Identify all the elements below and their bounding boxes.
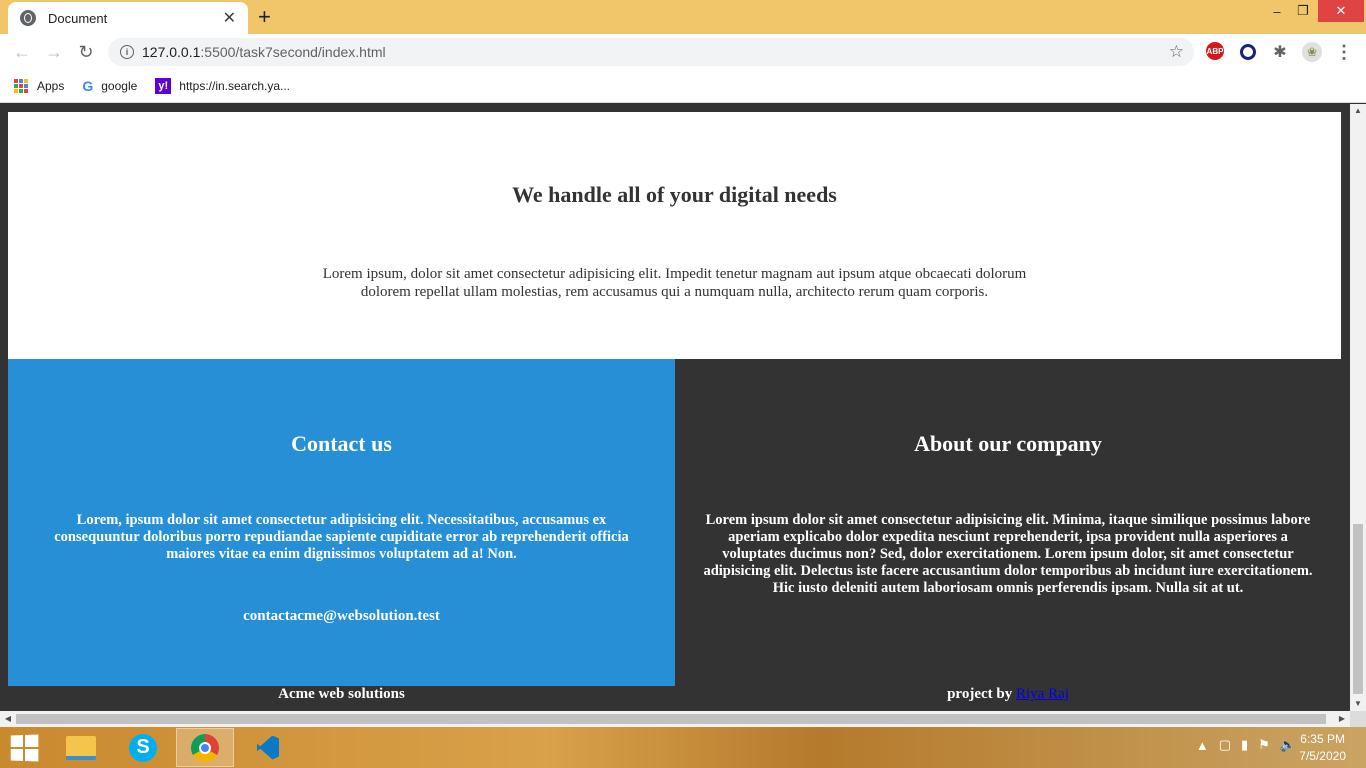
system-tray: ▲ ▢ ▮ ⚑ 🔈	[1196, 737, 1296, 753]
lens-extension-icon[interactable]	[1238, 42, 1258, 62]
contact-email: contactacme@websolution.test	[243, 608, 440, 624]
contact-section: Contact us Lorem, ipsum dolor sit amet c…	[8, 359, 675, 686]
scroll-down-icon[interactable]: ▼	[1350, 697, 1366, 711]
about-text: Lorem ipsum dolor sit amet consectetur a…	[703, 512, 1313, 596]
address-bar[interactable]: i 127.0.0.1:5500/task7second/index.html …	[108, 38, 1194, 66]
taskbar-chrome[interactable]	[176, 728, 234, 767]
adblock-icon[interactable]: ABP	[1206, 42, 1224, 60]
browser-window: Document ✕ + – ❐ ✕ ← → ↻ i 127.0.0.1:550…	[0, 0, 1366, 768]
skype-icon: S	[129, 733, 157, 762]
horizontal-scrollbar[interactable]: ◀ ▶	[0, 711, 1350, 727]
horizontal-scroll-thumb[interactable]	[16, 714, 1326, 724]
footer-credit-prefix: project by	[947, 686, 1016, 702]
scroll-left-icon[interactable]: ◀	[0, 711, 16, 727]
taskbar-clock[interactable]: 6:35 PM 7/5/2020	[1299, 731, 1346, 765]
url-text[interactable]: 127.0.0.1:5500/task7second/index.html	[142, 44, 1169, 60]
page-viewport: We handle all of your digital needs Lore…	[0, 104, 1350, 711]
bookmark-google[interactable]: G google	[82, 78, 137, 94]
tray-flag-icon[interactable]: ⚑	[1258, 737, 1270, 753]
browser-toolbar: ← → ↻ i 127.0.0.1:5500/task7second/index…	[0, 34, 1366, 70]
contact-text: Lorem, ipsum dolor sit amet consectetur …	[54, 512, 629, 562]
taskbar-skype[interactable]: S	[114, 728, 172, 767]
footer-company: Acme web solutions	[278, 686, 405, 702]
back-button[interactable]: ←	[10, 40, 34, 64]
vscode-icon	[253, 734, 281, 762]
author-link[interactable]: Riya Raj	[1016, 686, 1069, 702]
footer-credit: project by Riya Raj	[675, 686, 1341, 706]
scroll-right-icon[interactable]: ▶	[1334, 711, 1350, 727]
vertical-scroll-thumb[interactable]	[1353, 524, 1363, 694]
scroll-up-icon[interactable]: ▲	[1350, 104, 1366, 118]
google-icon: G	[82, 78, 94, 94]
contact-heading: Contact us	[291, 431, 392, 456]
close-tab-icon[interactable]: ✕	[223, 8, 236, 28]
vertical-scrollbar[interactable]: ▲ ▼	[1350, 104, 1366, 711]
bookmark-google-label: google	[101, 79, 138, 93]
url-path: :5500/task7second/index.html	[200, 44, 386, 60]
profile-avatar[interactable]: ❀	[1302, 42, 1322, 62]
reload-button[interactable]: ↻	[74, 40, 98, 64]
url-host: 127.0.0.1	[142, 44, 201, 60]
bookmark-star-icon[interactable]: ☆	[1169, 42, 1184, 62]
folder-icon	[66, 735, 96, 760]
new-tab-button[interactable]: +	[258, 6, 271, 28]
yahoo-icon: y!	[155, 78, 172, 94]
scroll-corner	[1350, 711, 1366, 727]
about-heading: About our company	[914, 431, 1102, 456]
tab-document[interactable]: Document ✕	[8, 2, 248, 34]
chrome-icon	[191, 733, 219, 762]
taskbar-vscode[interactable]	[238, 728, 296, 767]
bookmark-apps-label: Apps	[37, 79, 65, 93]
bookmarks-bar: Apps G google y! https://in.search.ya...	[0, 70, 1366, 103]
tray-app-icon[interactable]: ▢	[1219, 737, 1231, 753]
tray-battery-icon[interactable]: ▮	[1241, 737, 1248, 753]
extensions-puzzle-icon[interactable]: ✱	[1270, 42, 1290, 62]
clock-time: 6:35 PM	[1300, 732, 1345, 746]
bookmark-yahoo[interactable]: y! https://in.search.ya...	[155, 78, 290, 94]
hero-text: Lorem ipsum, dolor sit amet consectetur …	[322, 266, 1027, 300]
windows-start-icon[interactable]	[10, 734, 39, 762]
tray-expand-icon[interactable]: ▲	[1196, 738, 1209, 753]
info-icon[interactable]: i	[120, 45, 134, 59]
hero-section: We handle all of your digital needs Lore…	[8, 112, 1341, 359]
hero-heading: We handle all of your digital needs	[512, 182, 837, 207]
bookmark-apps[interactable]: Apps	[14, 79, 64, 93]
tray-volume-icon[interactable]: 🔈	[1280, 737, 1296, 753]
globe-icon	[20, 10, 36, 26]
about-section: About our company Lorem ipsum dolor sit …	[675, 359, 1341, 686]
forward-button[interactable]: →	[42, 40, 66, 64]
clock-date: 7/5/2020	[1299, 749, 1346, 763]
taskbar-file-explorer[interactable]	[52, 728, 110, 767]
windows-taskbar: S ▲ ▢ ▮ ⚑ 🔈 6:35 PM 7/5/2020	[0, 727, 1366, 768]
menu-kebab-icon[interactable]: ⋮	[1334, 42, 1354, 62]
tab-strip: Document ✕ + – ❐ ✕	[0, 0, 1366, 34]
tab-title: Document	[48, 10, 108, 26]
bookmark-yahoo-label: https://in.search.ya...	[179, 79, 291, 93]
close-window-button[interactable]: ✕	[1318, 0, 1364, 22]
apps-grid-icon	[14, 79, 28, 93]
